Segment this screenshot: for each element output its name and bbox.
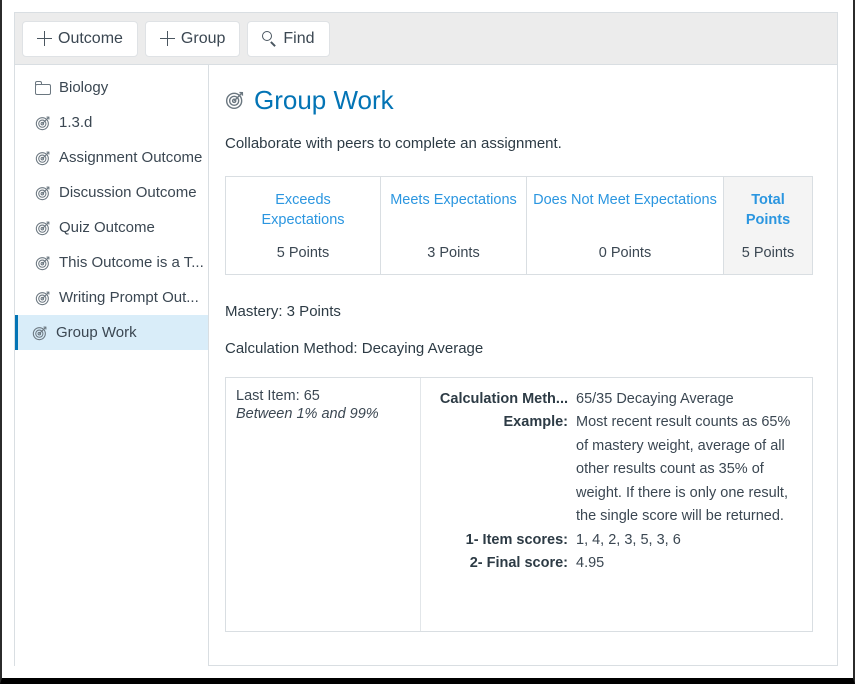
- example-row-label: 2- Final score:: [469, 555, 568, 572]
- between-label: Between 1% and 99%: [236, 406, 379, 422]
- rating-column-does-not-meet: Does Not Meet Expectations 0 Points: [527, 177, 724, 274]
- add-group-label: Group: [180, 29, 226, 47]
- rating-points: 3 Points: [427, 245, 480, 261]
- rating-name: Exceeds Expectations: [261, 192, 345, 228]
- sidebar-item-1-3-d[interactable]: 1.3.d: [15, 105, 208, 140]
- plus-icon: [159, 31, 175, 46]
- sidebar-item-label: Quiz Outcome: [59, 219, 155, 236]
- sidebar-item-writing-prompt-out[interactable]: Writing Prompt Out...: [15, 280, 208, 315]
- panel-body: Biology 1.3.d Assignment Outcome Discuss…: [15, 65, 837, 666]
- last-item-label: Last Item: 65: [236, 388, 320, 404]
- outcome-description: Collaborate with peers to complete an as…: [225, 135, 562, 152]
- ratings-table: Exceeds Expectations 5 Points Meets Expe…: [225, 176, 813, 275]
- sidebar-item-label: Biology: [59, 79, 109, 96]
- outcome-icon: [35, 256, 50, 270]
- sidebar-item-assignment-outcome[interactable]: Assignment Outcome: [15, 140, 208, 175]
- outcome-icon: [35, 221, 50, 235]
- outcome-icon: [35, 291, 50, 305]
- sidebar-item-quiz-outcome[interactable]: Quiz Outcome: [15, 210, 208, 245]
- sidebar-item-group-work[interactable]: Group Work: [15, 315, 208, 350]
- rating-points: 0 Points: [598, 245, 652, 261]
- add-group-button[interactable]: Group: [144, 20, 241, 57]
- add-outcome-label: Outcome: [58, 29, 123, 47]
- add-outcome-button[interactable]: Outcome: [22, 20, 138, 57]
- page-title: Group Work: [225, 87, 837, 113]
- sidebar-item-discussion-outcome[interactable]: Discussion Outcome: [15, 175, 208, 210]
- example-row: Calculation Meth... 65/35 Decaying Avera…: [431, 388, 804, 411]
- example-left-pane: Last Item: 65 Between 1% and 99%: [226, 378, 421, 631]
- example-row-label: Calculation Meth...: [439, 391, 568, 407]
- example-row: 1- Item scores: 1, 4, 2, 3, 5, 3, 6: [431, 529, 804, 552]
- toolbar: Outcome Group Find: [15, 13, 837, 65]
- example-row: Example: Most recent result counts as 65…: [431, 411, 804, 528]
- browser-window: Outcome Group Find Biology 1.3.d Assignm…: [0, 0, 855, 684]
- sidebar-item-label: This Outcome is a T...: [59, 254, 204, 271]
- find-label: Find: [283, 29, 315, 47]
- outcomes-panel: Outcome Group Find Biology 1.3.d Assignm…: [14, 12, 838, 666]
- outcomes-sidebar[interactable]: Biology 1.3.d Assignment Outcome Discuss…: [15, 65, 209, 666]
- outcome-icon: [35, 186, 50, 200]
- plus-icon: [37, 31, 52, 46]
- example-row: 2- Final score: 4.95: [431, 552, 804, 575]
- sidebar-item-label: Assignment Outcome: [59, 149, 203, 166]
- sidebar-item-label: Writing Prompt Out...: [59, 289, 199, 306]
- sidebar-item-this-outcome-is-a-t[interactable]: This Outcome is a T...: [15, 245, 208, 280]
- example-row-value: 1, 4, 2, 3, 5, 3, 6: [576, 531, 681, 548]
- outcome-icon: [35, 151, 50, 165]
- rating-points: 5 Points: [276, 245, 330, 261]
- rating-name: Meets Expectations: [390, 192, 517, 208]
- example-row-label: Example:: [503, 414, 568, 431]
- page-title-text: Group Work: [254, 85, 394, 115]
- outcome-icon: [225, 91, 244, 110]
- outcome-icon: [35, 116, 50, 130]
- example-right-pane: Calculation Meth... 65/35 Decaying Avera…: [421, 378, 812, 631]
- search-icon: [262, 31, 277, 47]
- rating-name: Does Not Meet Expectations: [533, 192, 717, 208]
- outcome-detail: Group Work Collaborate with peers to com…: [209, 65, 837, 666]
- example-row-value: Most recent result counts as 65% of mast…: [576, 414, 791, 525]
- example-row-value: 65/35 Decaying Average: [576, 391, 734, 407]
- rating-column-exceeds: Exceeds Expectations 5 Points: [226, 177, 381, 274]
- rating-column-total-points: Total Points 5 Points: [724, 177, 812, 274]
- find-button[interactable]: Find: [247, 20, 330, 57]
- example-row-value: 4.95: [576, 555, 605, 572]
- sidebar-item-biology[interactable]: Biology: [15, 70, 208, 105]
- sidebar-item-label: Discussion Outcome: [59, 184, 197, 201]
- sidebar-item-label: 1.3.d: [59, 114, 93, 131]
- calculation-example-box: Last Item: 65 Between 1% and 99% Calcula…: [225, 377, 813, 632]
- folder-icon: [35, 80, 51, 95]
- sidebar-item-label: Group Work: [56, 324, 137, 341]
- rating-column-meets: Meets Expectations 3 Points: [381, 177, 527, 274]
- rating-points: 5 Points: [741, 245, 795, 261]
- mastery-line: Mastery: 3 Points: [225, 303, 341, 320]
- calculation-method-line: Calculation Method: Decaying Average: [225, 340, 484, 357]
- rating-name: Total Points: [745, 192, 791, 228]
- example-row-label: 1- Item scores:: [465, 531, 568, 548]
- outcome-icon: [32, 326, 47, 340]
